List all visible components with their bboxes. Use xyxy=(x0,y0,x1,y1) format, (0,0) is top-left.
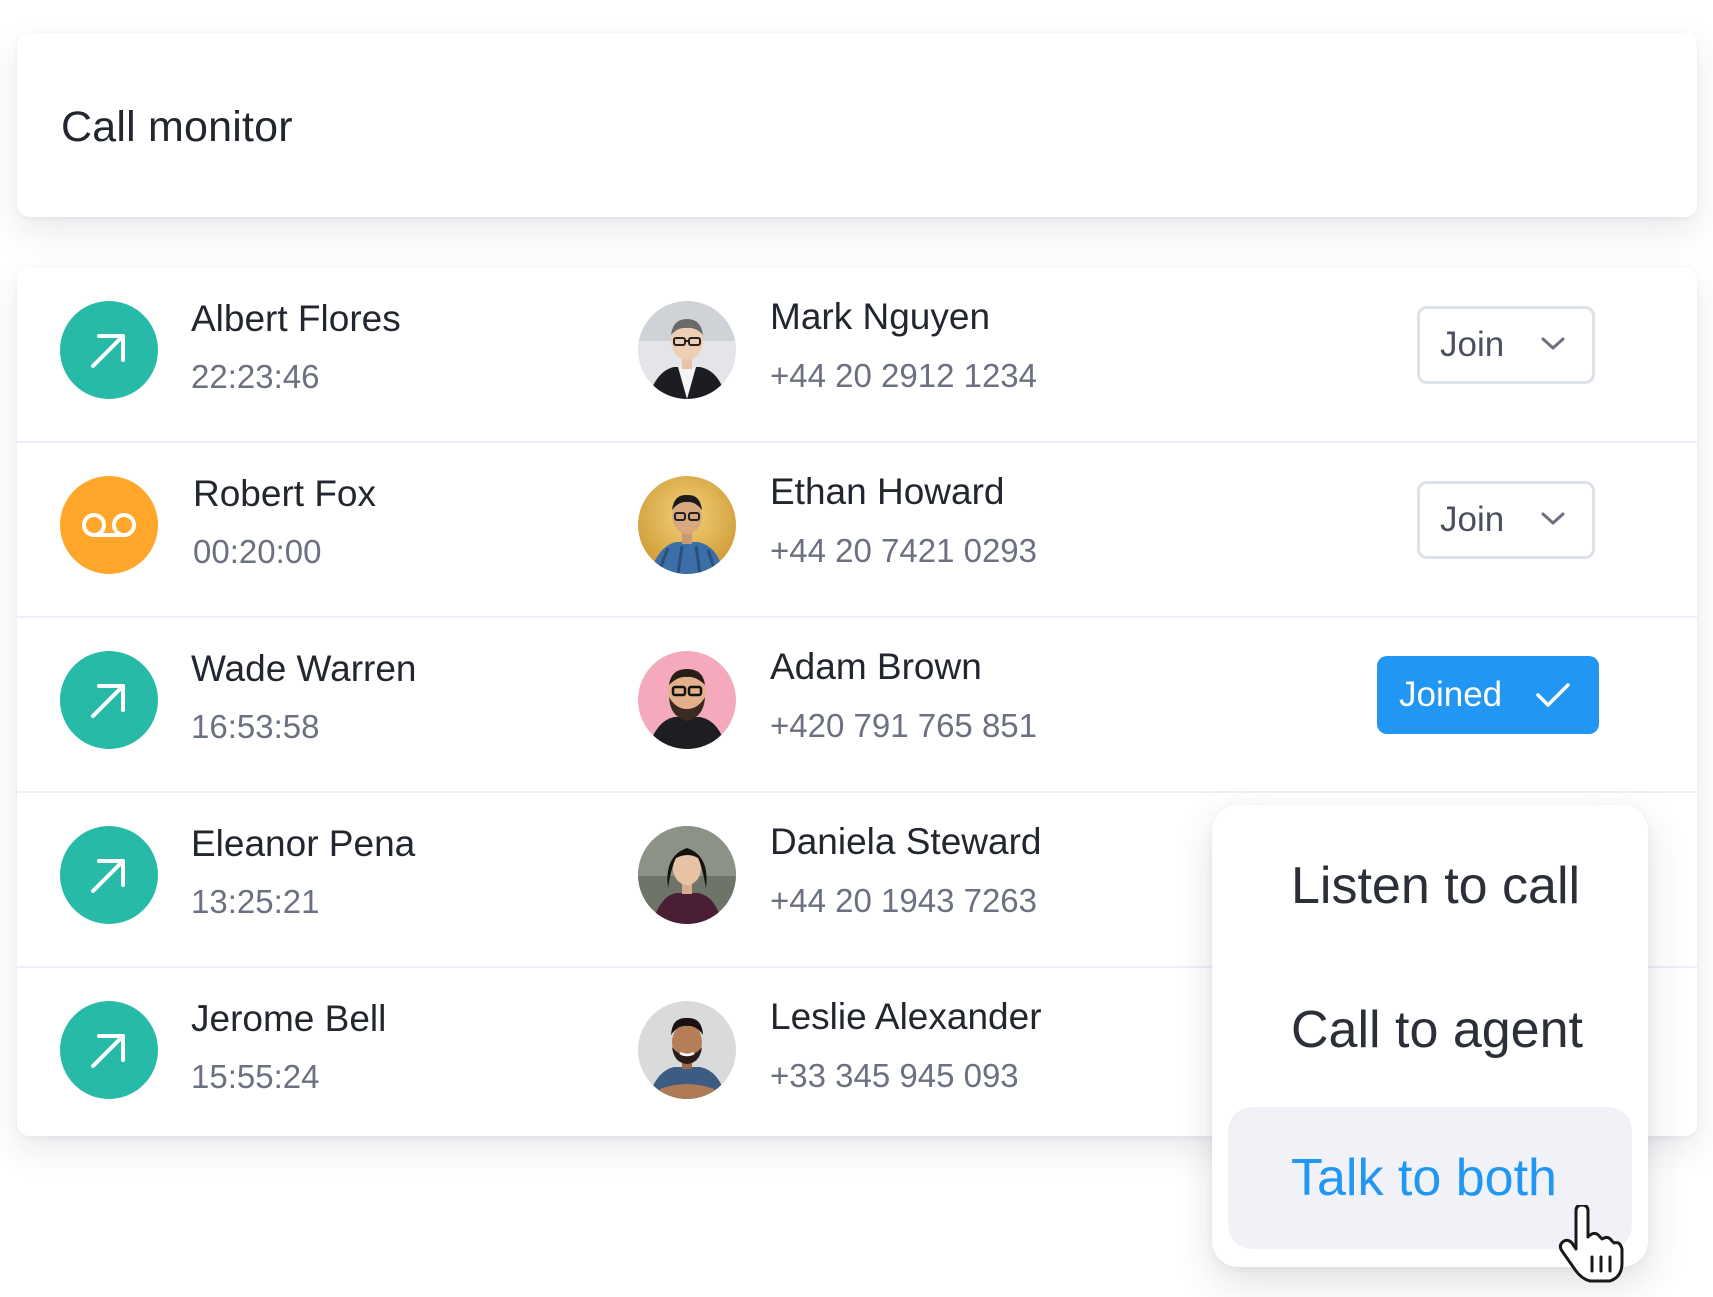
join-button[interactable]: Join xyxy=(1417,481,1595,559)
page-title: Call monitor xyxy=(61,103,293,151)
agent-name: Adam Brown xyxy=(770,646,982,687)
caller-name: Eleanor Pena xyxy=(191,823,416,864)
joined-button[interactable]: Joined xyxy=(1377,656,1599,734)
call-duration: 15:55:24 xyxy=(191,1058,320,1095)
agent-avatar xyxy=(638,301,736,399)
join-button-label: Join xyxy=(1440,325,1505,364)
checkmark-icon xyxy=(1536,683,1570,707)
call-duration: 16:53:58 xyxy=(191,708,320,745)
agent-avatar xyxy=(638,476,736,574)
agent-avatar xyxy=(638,651,736,749)
menu-item-call-to-agent[interactable]: Call to agent xyxy=(1228,959,1632,1101)
call-row[interactable]: Wade Warren 16:53:58 Adam Brown +420 791… xyxy=(17,618,1697,793)
agent-name: Leslie Alexander xyxy=(770,996,1042,1037)
call-duration: 22:23:46 xyxy=(191,358,320,395)
caller-name: Albert Flores xyxy=(191,298,401,339)
agent-avatar xyxy=(638,826,736,924)
outgoing-call-arrow-icon xyxy=(60,826,158,924)
menu-item-listen-to-call[interactable]: Listen to call xyxy=(1228,815,1632,957)
outgoing-call-arrow-icon xyxy=(60,651,158,749)
agent-name: Mark Nguyen xyxy=(770,296,991,337)
call-duration: 00:20:00 xyxy=(193,533,322,570)
agent-phone: +33 345 945 093 xyxy=(770,1057,1019,1094)
outgoing-call-arrow-icon xyxy=(60,301,158,399)
agent-name: Ethan Howard xyxy=(770,471,1005,512)
agent-phone: +44 20 1943 7263 xyxy=(770,882,1038,919)
call-row[interactable]: Albert Flores 22:23:46 Mark Nguyen +44 2… xyxy=(17,268,1697,443)
hand-pointer-cursor-icon xyxy=(1558,1205,1624,1283)
call-duration: 13:25:21 xyxy=(191,883,320,920)
joined-button-label: Joined xyxy=(1399,675,1503,714)
caller-name: Jerome Bell xyxy=(191,998,387,1039)
agent-name: Daniela Steward xyxy=(770,821,1042,862)
caller-name: Wade Warren xyxy=(191,648,417,689)
agent-phone: +44 20 2912 1234 xyxy=(770,357,1038,394)
agent-phone: +44 20 7421 0293 xyxy=(770,532,1038,569)
caller-name: Robert Fox xyxy=(193,473,377,514)
chevron-down-icon xyxy=(1541,337,1565,350)
join-button[interactable]: Join xyxy=(1417,306,1595,384)
chevron-down-icon xyxy=(1541,512,1565,525)
join-button-label: Join xyxy=(1440,500,1505,539)
agent-phone: +420 791 765 851 xyxy=(770,707,1038,744)
call-row[interactable]: Robert Fox 00:20:00 Ethan Howard +44 20 … xyxy=(17,443,1697,618)
voicemail-icon xyxy=(60,476,158,574)
outgoing-call-arrow-icon xyxy=(60,1001,158,1099)
join-options-dropdown: Listen to call Call to agent Talk to bot… xyxy=(1212,805,1648,1267)
agent-avatar xyxy=(638,1001,736,1099)
header-card: Call monitor xyxy=(17,33,1697,217)
